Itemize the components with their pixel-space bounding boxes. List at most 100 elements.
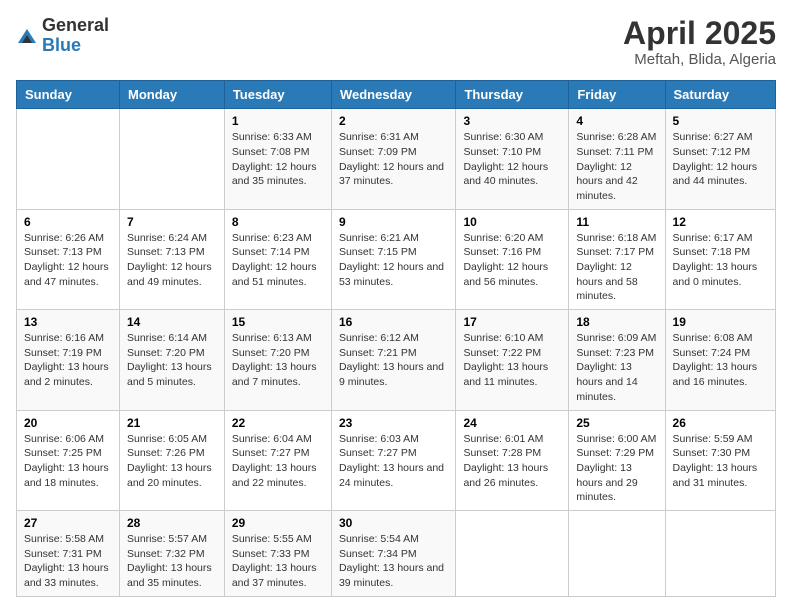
cell-content: Sunrise: 6:04 AM Sunset: 7:27 PM Dayligh… (232, 432, 324, 491)
calendar-cell: 27 Sunrise: 5:58 AM Sunset: 7:31 PM Dayli… (17, 510, 120, 596)
calendar-day-header: Tuesday (224, 81, 331, 109)
cell-content: Sunrise: 6:17 AM Sunset: 7:18 PM Dayligh… (673, 231, 768, 290)
logo-text: General Blue (42, 16, 109, 56)
cell-content: Sunrise: 6:24 AM Sunset: 7:13 PM Dayligh… (127, 231, 217, 290)
logo-icon (16, 25, 38, 47)
cell-content: Sunrise: 6:30 AM Sunset: 7:10 PM Dayligh… (463, 130, 561, 189)
cell-content: Sunrise: 6:21 AM Sunset: 7:15 PM Dayligh… (339, 231, 449, 290)
cell-content: Sunrise: 5:58 AM Sunset: 7:31 PM Dayligh… (24, 532, 112, 591)
calendar-cell: 8 Sunrise: 6:23 AM Sunset: 7:14 PM Daylig… (224, 209, 331, 309)
calendar-week-row: 1 Sunrise: 6:33 AM Sunset: 7:08 PM Daylig… (17, 109, 776, 209)
cell-content: Sunrise: 6:06 AM Sunset: 7:25 PM Dayligh… (24, 432, 112, 491)
calendar-cell: 9 Sunrise: 6:21 AM Sunset: 7:15 PM Daylig… (331, 209, 456, 309)
calendar-cell: 20 Sunrise: 6:06 AM Sunset: 7:25 PM Dayli… (17, 410, 120, 510)
cell-content: Sunrise: 6:13 AM Sunset: 7:20 PM Dayligh… (232, 331, 324, 390)
calendar-cell: 1 Sunrise: 6:33 AM Sunset: 7:08 PM Daylig… (224, 109, 331, 209)
day-number: 17 (463, 315, 561, 329)
cell-content: Sunrise: 6:23 AM Sunset: 7:14 PM Dayligh… (232, 231, 324, 290)
day-number: 26 (673, 416, 768, 430)
cell-content: Sunrise: 6:26 AM Sunset: 7:13 PM Dayligh… (24, 231, 112, 290)
day-number: 1 (232, 114, 324, 128)
calendar-week-row: 27 Sunrise: 5:58 AM Sunset: 7:31 PM Dayli… (17, 510, 776, 596)
calendar-cell: 17 Sunrise: 6:10 AM Sunset: 7:22 PM Dayli… (456, 310, 569, 410)
day-number: 28 (127, 516, 217, 530)
cell-content: Sunrise: 5:59 AM Sunset: 7:30 PM Dayligh… (673, 432, 768, 491)
cell-content: Sunrise: 6:09 AM Sunset: 7:23 PM Dayligh… (576, 331, 657, 404)
cell-content: Sunrise: 6:00 AM Sunset: 7:29 PM Dayligh… (576, 432, 657, 505)
calendar-cell (119, 109, 224, 209)
calendar-cell: 6Sunrise: 6:26 AM Sunset: 7:13 PM Daylig… (17, 209, 120, 309)
calendar-header-row: SundayMondayTuesdayWednesdayThursdayFrid… (17, 81, 776, 109)
day-number: 12 (673, 215, 768, 229)
day-number: 25 (576, 416, 657, 430)
calendar-day-header: Monday (119, 81, 224, 109)
logo-general: General (42, 15, 109, 35)
calendar-cell: 26 Sunrise: 5:59 AM Sunset: 7:30 PM Dayli… (665, 410, 775, 510)
calendar-cell: 25 Sunrise: 6:00 AM Sunset: 7:29 PM Dayli… (569, 410, 665, 510)
calendar-cell: 5 Sunrise: 6:27 AM Sunset: 7:12 PM Daylig… (665, 109, 775, 209)
cell-content: Sunrise: 6:33 AM Sunset: 7:08 PM Dayligh… (232, 130, 324, 189)
day-number: 22 (232, 416, 324, 430)
cell-content: Sunrise: 6:28 AM Sunset: 7:11 PM Dayligh… (576, 130, 657, 203)
day-number: 7 (127, 215, 217, 229)
calendar-cell: 28Sunrise: 5:57 AM Sunset: 7:32 PM Dayli… (119, 510, 224, 596)
calendar-cell: 19 Sunrise: 6:08 AM Sunset: 7:24 PM Dayli… (665, 310, 775, 410)
day-number: 13 (24, 315, 112, 329)
calendar-table: SundayMondayTuesdayWednesdayThursdayFrid… (16, 80, 776, 597)
calendar-cell: 21 Sunrise: 6:05 AM Sunset: 7:26 PM Dayli… (119, 410, 224, 510)
calendar-week-row: 6Sunrise: 6:26 AM Sunset: 7:13 PM Daylig… (17, 209, 776, 309)
cell-content: Sunrise: 6:03 AM Sunset: 7:27 PM Dayligh… (339, 432, 449, 491)
day-number: 8 (232, 215, 324, 229)
day-number: 4 (576, 114, 657, 128)
calendar-cell: 11 Sunrise: 6:18 AM Sunset: 7:17 PM Dayli… (569, 209, 665, 309)
cell-content: Sunrise: 6:31 AM Sunset: 7:09 PM Dayligh… (339, 130, 449, 189)
page-header: General Blue April 2025 Meftah, Blida, A… (16, 16, 776, 68)
cell-content: Sunrise: 6:16 AM Sunset: 7:19 PM Dayligh… (24, 331, 112, 390)
calendar-cell: 2 Sunrise: 6:31 AM Sunset: 7:09 PM Daylig… (331, 109, 456, 209)
day-number: 18 (576, 315, 657, 329)
calendar-week-row: 20 Sunrise: 6:06 AM Sunset: 7:25 PM Dayli… (17, 410, 776, 510)
month-title: April 2025 (623, 16, 776, 51)
calendar-day-header: Thursday (456, 81, 569, 109)
day-number: 14 (127, 315, 217, 329)
day-number: 21 (127, 416, 217, 430)
calendar-cell: 3Sunrise: 6:30 AM Sunset: 7:10 PM Daylig… (456, 109, 569, 209)
cell-content: Sunrise: 6:14 AM Sunset: 7:20 PM Dayligh… (127, 331, 217, 390)
day-number: 2 (339, 114, 449, 128)
calendar-cell: 15Sunrise: 6:13 AM Sunset: 7:20 PM Dayli… (224, 310, 331, 410)
calendar-cell: 29Sunrise: 5:55 AM Sunset: 7:33 PM Dayli… (224, 510, 331, 596)
calendar-cell: 4 Sunrise: 6:28 AM Sunset: 7:11 PM Daylig… (569, 109, 665, 209)
cell-content: Sunrise: 6:10 AM Sunset: 7:22 PM Dayligh… (463, 331, 561, 390)
calendar-cell: 30Sunrise: 5:54 AM Sunset: 7:34 PM Dayli… (331, 510, 456, 596)
calendar-cell (569, 510, 665, 596)
cell-content: Sunrise: 6:01 AM Sunset: 7:28 PM Dayligh… (463, 432, 561, 491)
calendar-cell: 18 Sunrise: 6:09 AM Sunset: 7:23 PM Dayli… (569, 310, 665, 410)
location: Meftah, Blida, Algeria (623, 51, 776, 68)
calendar-cell: 24 Sunrise: 6:01 AM Sunset: 7:28 PM Dayli… (456, 410, 569, 510)
day-number: 24 (463, 416, 561, 430)
day-number: 23 (339, 416, 449, 430)
calendar-day-header: Sunday (17, 81, 120, 109)
cell-content: Sunrise: 6:08 AM Sunset: 7:24 PM Dayligh… (673, 331, 768, 390)
day-number: 27 (24, 516, 112, 530)
cell-content: Sunrise: 6:27 AM Sunset: 7:12 PM Dayligh… (673, 130, 768, 189)
calendar-cell: 13 Sunrise: 6:16 AM Sunset: 7:19 PM Dayli… (17, 310, 120, 410)
calendar-cell (456, 510, 569, 596)
day-number: 11 (576, 215, 657, 229)
cell-content: Sunrise: 6:05 AM Sunset: 7:26 PM Dayligh… (127, 432, 217, 491)
calendar-cell: 7 Sunrise: 6:24 AM Sunset: 7:13 PM Daylig… (119, 209, 224, 309)
cell-content: Sunrise: 6:12 AM Sunset: 7:21 PM Dayligh… (339, 331, 449, 390)
calendar-cell: 12 Sunrise: 6:17 AM Sunset: 7:18 PM Dayli… (665, 209, 775, 309)
day-number: 30 (339, 516, 449, 530)
day-number: 5 (673, 114, 768, 128)
cell-content: Sunrise: 6:20 AM Sunset: 7:16 PM Dayligh… (463, 231, 561, 290)
day-number: 29 (232, 516, 324, 530)
day-number: 20 (24, 416, 112, 430)
cell-content: Sunrise: 6:18 AM Sunset: 7:17 PM Dayligh… (576, 231, 657, 304)
calendar-cell (17, 109, 120, 209)
day-number: 19 (673, 315, 768, 329)
calendar-week-row: 13 Sunrise: 6:16 AM Sunset: 7:19 PM Dayli… (17, 310, 776, 410)
calendar-cell: 23 Sunrise: 6:03 AM Sunset: 7:27 PM Dayli… (331, 410, 456, 510)
day-number: 9 (339, 215, 449, 229)
calendar-cell: 22 Sunrise: 6:04 AM Sunset: 7:27 PM Dayli… (224, 410, 331, 510)
